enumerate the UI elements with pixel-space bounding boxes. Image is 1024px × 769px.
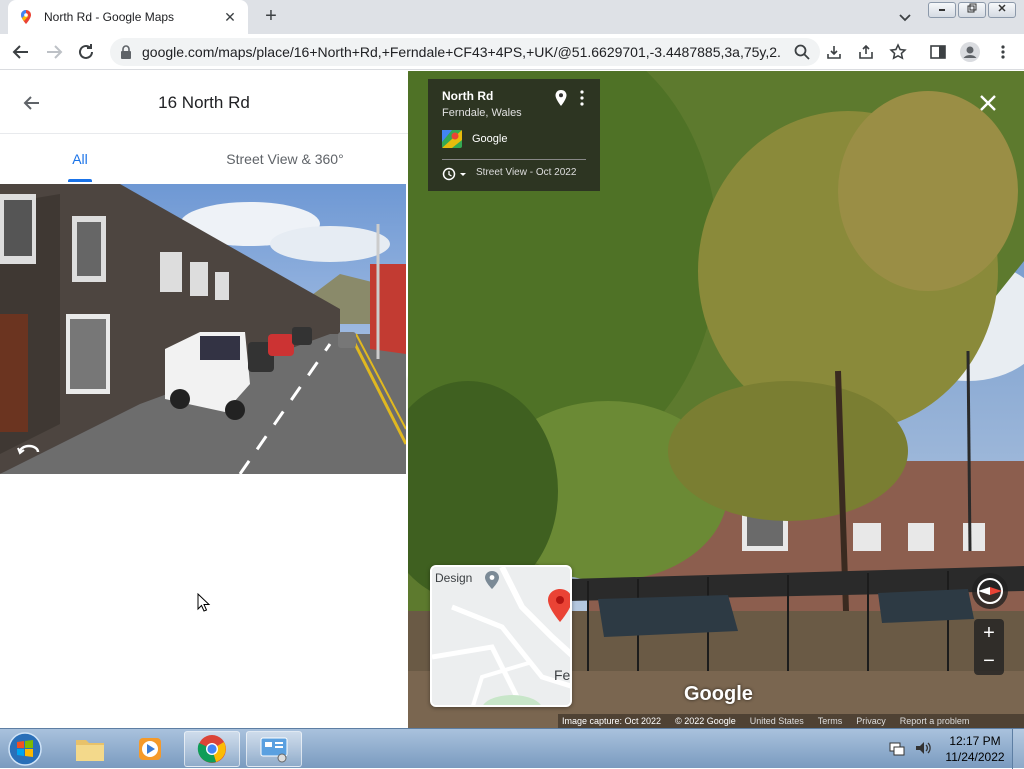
share-icon[interactable] [857,43,875,61]
media-player-icon [139,738,161,760]
control-panel-icon [260,737,288,763]
new-tab-button[interactable]: + [260,6,282,28]
browser-toolbar: google.com/maps/place/16+North+Rd,+Fernd… [0,34,1024,70]
compass-control[interactable] [972,573,1008,609]
road-name: North Rd [442,89,494,103]
clock-date: 11/24/2022 [945,750,1005,764]
taskbar-media-player[interactable] [122,731,178,767]
chrome-icon [197,735,226,763]
search-icon[interactable] [793,43,811,61]
street-view-panorama[interactable]: North Rd Ferndale, Wales Google Street V… [408,71,1024,728]
tab-all[interactable]: All [56,151,104,167]
google-maps-favicon-icon [21,10,31,24]
restore-button[interactable] [958,2,986,18]
reload-icon[interactable] [75,41,97,63]
network-icon[interactable] [888,739,906,757]
browser-tab[interactable]: North Rd - Google Maps ✕ [8,0,248,34]
google-maps-logo-icon [442,130,462,148]
country-link[interactable]: United States [750,716,804,726]
url-text[interactable]: google.com/maps/place/16+North+Rd,+Fernd… [142,44,782,60]
place-title: 16 North Rd [158,93,250,112]
more-options-icon[interactable] [578,89,586,107]
address-bar[interactable]: google.com/maps/place/16+North+Rd,+Fernd… [110,38,820,66]
place-side-panel: 16 North Rd All Street View & 360° [0,71,408,728]
window-controls [928,2,1016,18]
zoom-controls: + − [974,619,1004,675]
windows-taskbar: 12:17 PM 11/24/2022 [0,728,1024,769]
taskbar-explorer[interactable] [62,731,118,767]
close-street-view-icon[interactable] [978,93,998,113]
restore-icon [967,3,977,13]
clock-time: 12:17 PM [949,734,1001,748]
capture-date[interactable]: Street View - Oct 2022 [476,167,576,178]
browser-tab-strip: North Rd - Google Maps ✕ + [0,0,1024,34]
profile-avatar-icon[interactable] [959,41,981,63]
privacy-link[interactable]: Privacy [856,716,886,726]
back-arrow-icon[interactable] [10,41,32,63]
start-orb-icon[interactable] [6,731,44,767]
town-name: Ferndale, Wales [442,107,522,119]
location-pin-icon[interactable] [554,89,568,107]
bookmark-star-icon[interactable] [889,43,907,61]
map-label-design: Design [435,571,473,585]
attribution-bar: Image capture: Oct 2022 © 2022 Google Un… [558,714,1024,728]
close-icon [998,4,1006,12]
tab-all-indicator [68,179,92,182]
tab-search-chevron-icon[interactable] [896,8,914,26]
tab-close-icon[interactable]: ✕ [222,9,238,26]
google-watermark: Google [684,683,753,705]
install-app-icon[interactable] [825,43,843,61]
taskbar-chrome[interactable] [184,731,240,767]
mini-map-streets [432,567,570,705]
minimize-button[interactable] [928,2,956,18]
report-problem-link[interactable]: Report a problem [900,716,970,726]
mouse-cursor-icon [197,593,211,612]
compass-icon [977,578,1003,604]
copyright: © 2022 Google [675,716,736,726]
street-photo-image [0,184,406,474]
history-clock-icon[interactable] [442,167,468,181]
street-view-info-card: North Rd Ferndale, Wales Google Street V… [428,79,600,191]
map-label-fe: Fe [554,667,571,683]
more-menu-icon[interactable] [994,43,1012,61]
photo-tabs: All Street View & 360° [0,135,408,183]
forward-arrow-icon[interactable] [43,41,65,63]
minimize-icon [939,9,945,11]
tab-street-view-360[interactable]: Street View & 360° [210,151,360,167]
info-divider [442,159,586,160]
mini-map[interactable]: Design Fe [430,565,572,707]
taskbar-control-panel[interactable] [246,731,302,767]
system-tray [888,739,932,757]
close-window-button[interactable] [988,2,1016,18]
image-capture-date: Image capture: Oct 2022 [562,716,662,726]
street-photo-thumbnail[interactable] [0,184,406,474]
imagery-source: Google [472,133,508,145]
folder-icon [76,740,104,761]
zoom-out-button[interactable]: − [974,647,1004,675]
show-desktop-button[interactable] [1012,729,1024,769]
terms-link[interactable]: Terms [818,716,843,726]
side-panel-icon[interactable] [929,43,947,61]
volume-icon[interactable] [914,739,932,757]
tab-title: North Rd - Google Maps [44,10,175,24]
zoom-in-button[interactable]: + [974,619,1004,647]
taskbar-clock[interactable]: 12:17 PM 11/24/2022 [940,733,1010,765]
lock-icon[interactable] [120,45,132,59]
panel-header: 16 North Rd [0,71,408,134]
